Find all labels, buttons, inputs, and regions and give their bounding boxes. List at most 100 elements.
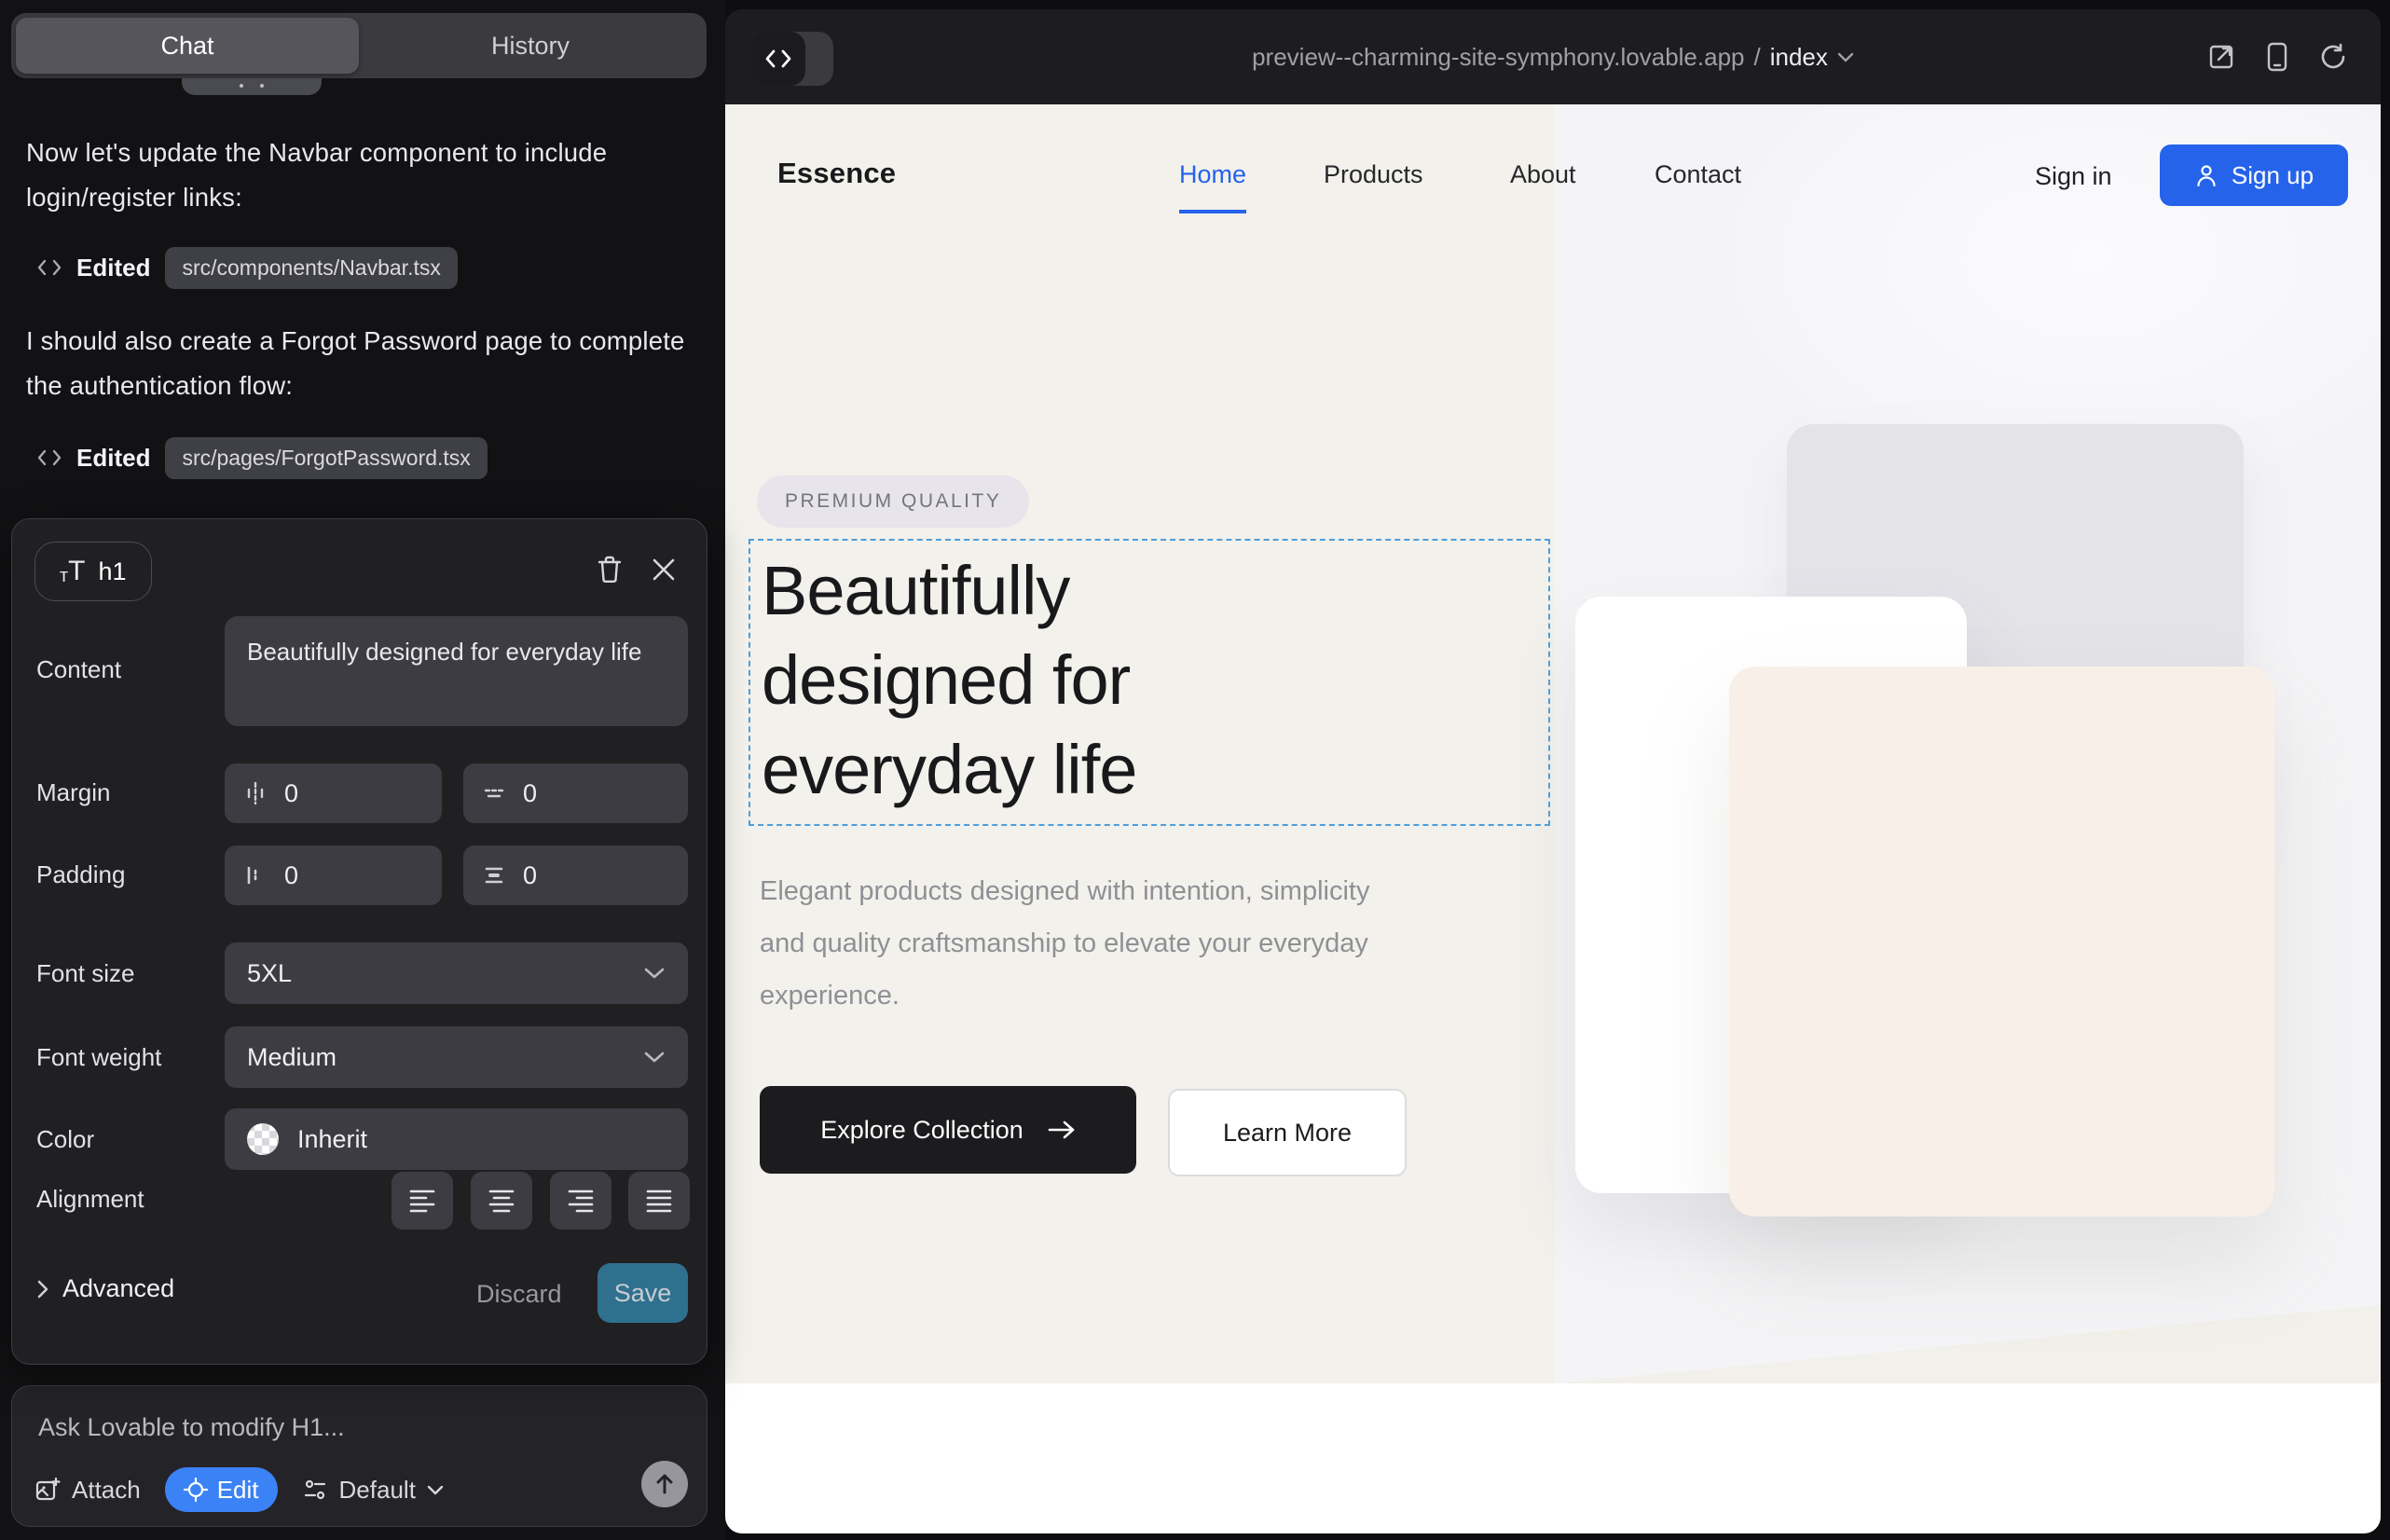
send-button[interactable] (641, 1461, 688, 1507)
code-icon (37, 257, 62, 278)
save-button[interactable]: Save (598, 1263, 688, 1323)
edited-file-row: Edited src/components/Navbar.tsx (37, 244, 458, 291)
mode-label: Default (339, 1476, 416, 1505)
refresh-button[interactable] (2319, 43, 2347, 71)
preview-site: Essence Home Products About Contact Sign… (725, 104, 2381, 1533)
discard-button[interactable]: Discard (476, 1280, 562, 1309)
color-swatch (247, 1123, 279, 1155)
chevron-right-icon (36, 1279, 49, 1299)
chat-message: Now let's update the Navbar component to… (26, 131, 693, 220)
font-weight-select[interactable]: Medium (225, 1026, 688, 1088)
padding-horizontal-icon (243, 863, 268, 887)
sign-up-button[interactable]: Sign up (2160, 144, 2348, 206)
padding-label: Padding (36, 860, 125, 889)
lovable-workspace: Chat History Now let's update the Navbar… (0, 0, 2390, 1540)
edited-label: Edited (76, 254, 150, 282)
explore-label: Explore Collection (820, 1116, 1023, 1145)
browser-header: preview--charming-site-symphony.lovable.… (725, 9, 2381, 104)
close-editor-button[interactable] (645, 551, 682, 588)
hero-section: Essence Home Products About Contact Sign… (725, 104, 2381, 1383)
selected-element-chip[interactable]: тT h1 (34, 542, 152, 601)
chat-message: I should also create a Forgot Password p… (26, 319, 693, 408)
decorative-wedge (1557, 1305, 2381, 1383)
advanced-label: Advanced (62, 1274, 174, 1303)
padding-vertical-input[interactable]: 0 (463, 846, 688, 905)
color-select[interactable]: Inherit (225, 1108, 688, 1170)
tab-history[interactable]: History (359, 18, 702, 74)
edit-mode-button[interactable]: Edit (165, 1467, 278, 1512)
hero-heading[interactable]: Beautifully designed for everyday life (762, 546, 1349, 815)
nav-link-contact[interactable]: Contact (1655, 160, 1741, 189)
mode-selector[interactable]: Default (302, 1476, 444, 1505)
chevron-down-icon (1837, 52, 1854, 62)
url-bar[interactable]: preview--charming-site-symphony.lovable.… (725, 9, 2381, 104)
align-left-button[interactable] (391, 1172, 453, 1230)
code-icon (37, 447, 62, 468)
arrow-up-icon (654, 1473, 675, 1495)
sign-in-link[interactable]: Sign in (2035, 162, 2112, 191)
element-tag: h1 (99, 557, 127, 586)
align-right-button[interactable] (550, 1172, 611, 1230)
learn-more-button[interactable]: Learn More (1168, 1089, 1407, 1176)
open-external-button[interactable] (2207, 43, 2235, 71)
target-icon (184, 1478, 208, 1502)
margin-vertical-input[interactable]: 0 (463, 763, 688, 823)
chevron-down-icon (427, 1485, 444, 1495)
delete-element-button[interactable] (591, 551, 628, 588)
margin-vertical-value: 0 (523, 779, 537, 808)
tab-chat[interactable]: Chat (16, 18, 359, 74)
margin-vertical-icon (482, 781, 506, 805)
advanced-toggle[interactable]: Advanced (36, 1274, 174, 1303)
premium-badge: PREMIUM QUALITY (757, 475, 1029, 528)
file-chip[interactable]: src/pages/ForgotPassword.tsx (165, 437, 487, 479)
typography-icon: тT (60, 557, 86, 585)
edit-label: Edit (217, 1476, 259, 1505)
font-size-select[interactable]: 5XL (225, 942, 688, 1004)
nav-link-home[interactable]: Home (1179, 160, 1246, 213)
sliders-icon (302, 1478, 328, 1502)
color-label: Color (36, 1125, 94, 1154)
attach-button[interactable]: Attach (34, 1476, 141, 1505)
nav-link-about[interactable]: About (1510, 160, 1576, 189)
edited-label: Edited (76, 444, 150, 473)
url-host: preview--charming-site-symphony.lovable.… (1252, 43, 1744, 72)
alignment-label: Alignment (36, 1185, 144, 1214)
chevron-down-icon (643, 967, 666, 980)
file-chip[interactable]: src/components/Navbar.tsx (165, 247, 457, 289)
element-editor-panel: тT h1 Content Beautifully designed for e… (11, 518, 707, 1365)
chat-history-tabs: Chat History (11, 13, 707, 78)
user-icon (2194, 163, 2218, 187)
padding-vertical-icon (482, 863, 506, 887)
margin-horizontal-value: 0 (284, 779, 298, 808)
sign-up-label: Sign up (2232, 161, 2314, 190)
padding-horizontal-input[interactable]: 0 (225, 846, 442, 905)
padding-horizontal-value: 0 (284, 861, 298, 890)
font-size-value: 5XL (247, 959, 292, 988)
explore-collection-button[interactable]: Explore Collection (760, 1086, 1136, 1174)
prompt-input[interactable] (38, 1407, 672, 1448)
url-page: index (1770, 43, 1828, 72)
mobile-view-button[interactable] (2267, 42, 2287, 72)
chevron-down-icon (643, 1051, 666, 1064)
align-center-button[interactable] (471, 1172, 532, 1230)
prompt-composer: Attach Edit Default (11, 1385, 707, 1527)
font-size-label: Font size (36, 959, 135, 988)
color-value: Inherit (297, 1125, 367, 1154)
h1-selection-outline[interactable]: Beautifully designed for everyday life (749, 539, 1550, 826)
scrolled-chip-peek (182, 76, 322, 95)
nav-link-products[interactable]: Products (1324, 160, 1423, 189)
content-label: Content (36, 655, 121, 684)
content-field[interactable]: Beautifully designed for everyday life (225, 616, 688, 726)
url-separator: / (1754, 43, 1761, 72)
site-logo[interactable]: Essence (777, 157, 896, 190)
font-weight-label: Font weight (36, 1043, 161, 1072)
margin-horizontal-icon (243, 781, 268, 805)
decor-card-cream (1729, 667, 2274, 1217)
align-justify-button[interactable] (628, 1172, 690, 1230)
image-plus-icon (34, 1477, 61, 1503)
padding-vertical-value: 0 (523, 861, 537, 890)
hero-description: Elegant products designed with intention… (760, 865, 1375, 1022)
chat-panel: Chat History Now let's update the Navbar… (0, 0, 725, 1540)
browser-actions (2207, 9, 2347, 104)
margin-horizontal-input[interactable]: 0 (225, 763, 442, 823)
